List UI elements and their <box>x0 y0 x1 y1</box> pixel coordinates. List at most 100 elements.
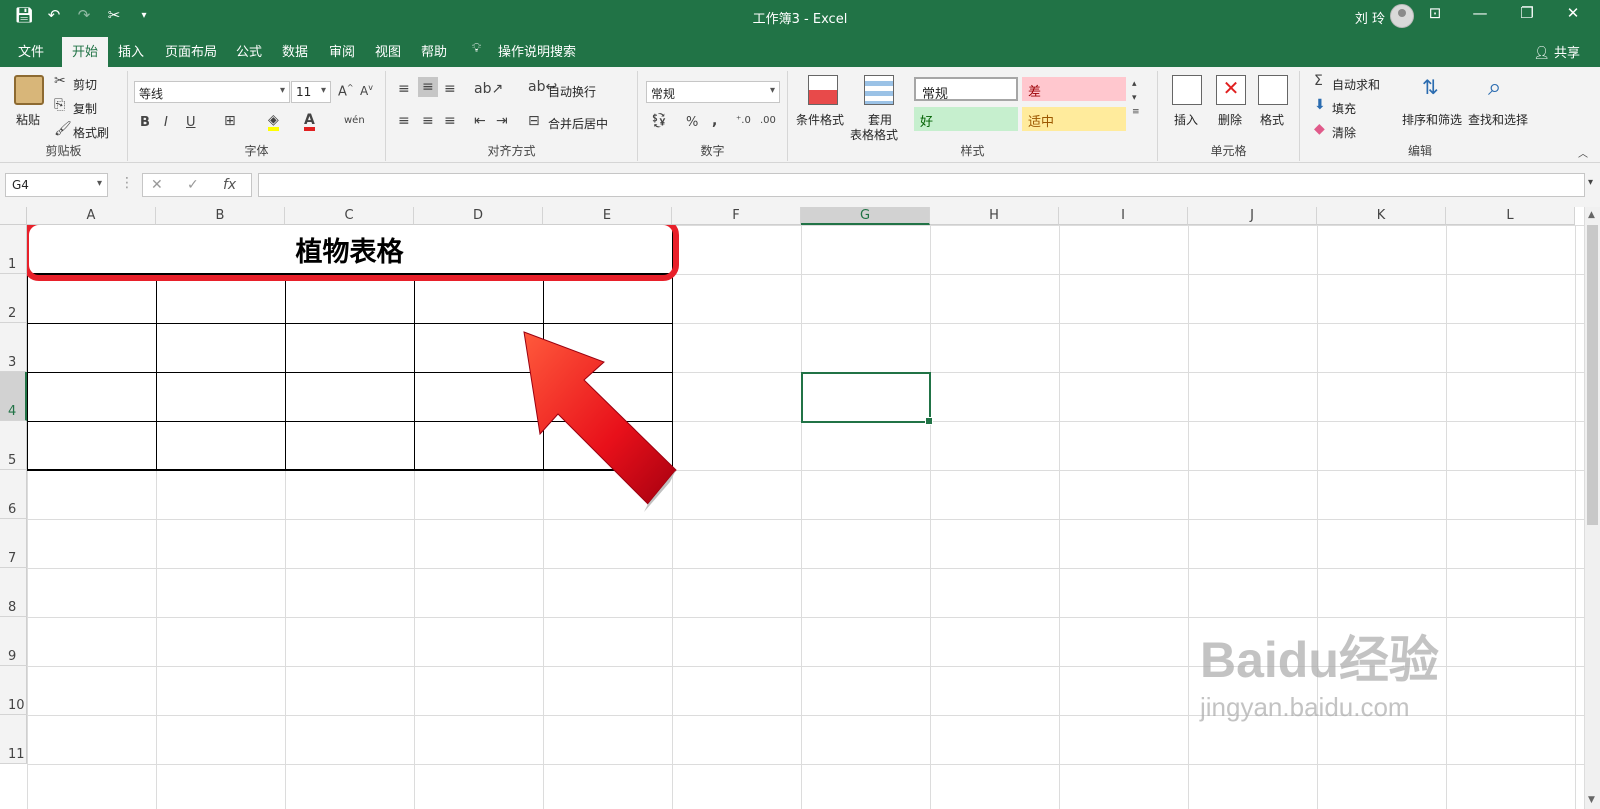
style-normal[interactable]: 常规 <box>914 77 1018 102</box>
increase-indent-icon[interactable]: ⇥ <box>496 113 508 129</box>
insert-cells-button[interactable]: 插入 <box>1174 111 1198 128</box>
tab-formulas[interactable]: 公式 <box>236 41 262 60</box>
insert-cells-icon[interactable] <box>1172 75 1202 105</box>
cancel-icon[interactable]: ✕ <box>151 177 163 193</box>
column-header-e[interactable]: E <box>543 207 672 225</box>
tab-review[interactable]: 审阅 <box>329 41 355 60</box>
decrease-decimal-icon[interactable]: .00 <box>760 115 776 126</box>
scroll-down-icon[interactable]: ▼ <box>1588 795 1595 805</box>
number-format-select[interactable]: 常规 <box>646 81 780 103</box>
align-center-icon[interactable]: ≡ <box>422 113 434 129</box>
column-header-f[interactable]: F <box>672 207 801 225</box>
copy-button[interactable]: 复制 <box>73 100 97 117</box>
style-good[interactable]: 好 <box>914 107 1018 131</box>
font-color-icon[interactable]: A <box>304 113 315 131</box>
row-header-6[interactable]: 6 <box>0 470 27 519</box>
align-right-icon[interactable]: ≡ <box>444 113 456 129</box>
align-middle-icon[interactable]: ≡ <box>418 77 438 97</box>
paste-icon[interactable] <box>14 75 44 105</box>
table-cell[interactable] <box>285 372 415 422</box>
row-header-4[interactable]: 4 <box>0 372 27 421</box>
sort-filter-button[interactable]: 排序和筛选 <box>1402 111 1462 128</box>
table-cell[interactable] <box>156 274 286 324</box>
table-cell[interactable] <box>543 274 673 324</box>
tab-home[interactable]: 开始 <box>62 37 109 67</box>
format-as-table-line2[interactable]: 表格格式 <box>850 126 898 143</box>
row-header-7[interactable]: 7 <box>0 519 27 568</box>
collapse-ribbon-icon[interactable]: ︿ <box>1578 145 1588 160</box>
enter-icon[interactable]: ✓ <box>187 177 199 193</box>
column-header-j[interactable]: J <box>1188 207 1317 225</box>
align-bottom-icon[interactable]: ≡ <box>444 81 456 97</box>
increase-decimal-icon[interactable]: ⁺.0 <box>736 115 751 126</box>
column-header-d[interactable]: D <box>414 207 543 225</box>
insert-function-icon[interactable]: fx <box>223 177 236 193</box>
currency-icon[interactable]: 💱︎ <box>650 113 668 129</box>
expand-formula-icon[interactable]: ▾ <box>1588 177 1593 188</box>
format-painter-button[interactable]: 格式刷 <box>73 124 109 141</box>
tab-page-layout[interactable]: 页面布局 <box>165 41 217 60</box>
row-header-9[interactable]: 9 <box>0 617 27 666</box>
column-header-g[interactable]: G <box>801 207 930 225</box>
row-header-10[interactable]: 10 <box>0 666 27 715</box>
column-header-a[interactable]: A <box>27 207 156 225</box>
tab-data[interactable]: 数据 <box>282 41 308 60</box>
row-header-1[interactable]: 1 <box>0 225 27 274</box>
table-cell[interactable] <box>414 274 544 324</box>
percent-button[interactable]: % <box>686 115 698 130</box>
fill-color-icon[interactable]: ◈ <box>268 113 279 131</box>
column-header-h[interactable]: H <box>930 207 1059 225</box>
conditional-format-button[interactable]: 条件格式 <box>796 111 844 128</box>
share-button[interactable]: 👤︎ 共享 <box>1533 42 1580 61</box>
delete-cells-icon[interactable]: ✕ <box>1216 75 1246 105</box>
clear-button[interactable]: 清除 <box>1332 124 1356 141</box>
row-header-8[interactable]: 8 <box>0 568 27 617</box>
table-cell[interactable] <box>285 274 415 324</box>
comma-button[interactable]: , <box>712 113 717 129</box>
close-icon[interactable]: ✕ <box>1558 4 1588 22</box>
styles-scroll-icon[interactable]: ▴ ▾ ≡ <box>1132 77 1140 119</box>
row-header-3[interactable]: 3 <box>0 323 27 372</box>
cut-button[interactable]: 剪切 <box>73 76 97 93</box>
column-header-i[interactable]: I <box>1059 207 1188 225</box>
table-cell[interactable] <box>27 323 157 373</box>
increase-font-icon[interactable]: A^ <box>338 83 354 99</box>
tab-view[interactable]: 视图 <box>375 41 401 60</box>
autosum-button[interactable]: 自动求和 <box>1332 76 1380 93</box>
table-cell[interactable] <box>285 323 415 373</box>
user-name[interactable]: 刘 玲 <box>1355 8 1385 27</box>
italic-button[interactable]: I <box>164 115 168 130</box>
fill-button[interactable]: 填充 <box>1332 100 1356 117</box>
decrease-indent-icon[interactable]: ⇤ <box>474 113 486 129</box>
table-cell[interactable] <box>156 323 286 373</box>
column-header-l[interactable]: L <box>1446 207 1575 225</box>
find-select-icon[interactable]: ⌕ <box>1488 73 1501 101</box>
delete-cells-button[interactable]: 删除 <box>1218 111 1242 128</box>
orientation-icon[interactable]: ab↗ <box>474 81 503 97</box>
row-header-5[interactable]: 5 <box>0 421 27 470</box>
formula-input[interactable] <box>258 173 1585 197</box>
table-cell[interactable] <box>156 421 286 471</box>
column-header-k[interactable]: K <box>1317 207 1446 225</box>
row-header-11[interactable]: 11 <box>0 715 27 764</box>
wrap-text-button[interactable]: 自动换行 <box>548 83 596 100</box>
selected-cell-g4[interactable] <box>801 372 933 425</box>
align-top-icon[interactable]: ≡ <box>398 81 410 97</box>
tab-file[interactable]: 文件 <box>18 41 44 60</box>
vertical-scrollbar[interactable]: ▲ ▼ <box>1584 207 1600 809</box>
table-cell[interactable] <box>27 421 157 471</box>
avatar[interactable] <box>1390 4 1414 28</box>
sort-filter-icon[interactable]: ⇅ <box>1422 75 1439 99</box>
format-cells-button[interactable]: 格式 <box>1260 111 1284 128</box>
table-cell[interactable] <box>156 372 286 422</box>
bold-button[interactable]: B <box>140 115 150 130</box>
find-select-button[interactable]: 查找和选择 <box>1468 111 1528 128</box>
table-cell[interactable] <box>27 372 157 422</box>
conditional-format-icon[interactable] <box>808 75 838 105</box>
scroll-thumb[interactable] <box>1587 225 1598 525</box>
tab-help[interactable]: 帮助 <box>421 41 447 60</box>
decrease-font-icon[interactable]: Av <box>360 83 373 98</box>
minimize-icon[interactable]: — <box>1465 4 1495 22</box>
scroll-up-icon[interactable]: ▲ <box>1588 210 1595 220</box>
table-cell[interactable] <box>27 274 157 324</box>
